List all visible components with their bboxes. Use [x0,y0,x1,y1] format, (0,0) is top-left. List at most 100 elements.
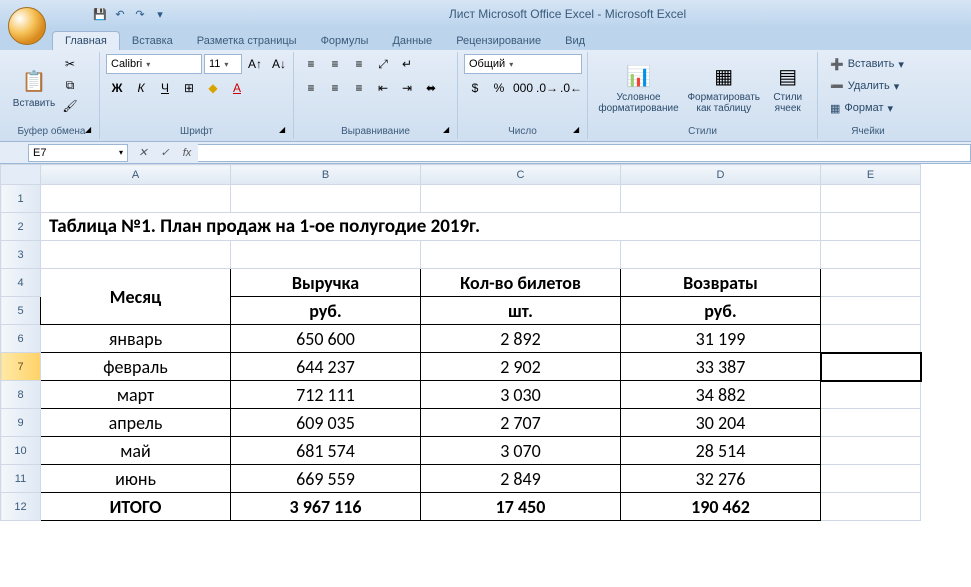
name-box[interactable]: E7▾ [28,144,128,162]
cell-E4[interactable] [821,269,921,297]
cell-E10[interactable] [821,437,921,465]
cancel-icon[interactable]: ✕ [132,144,154,162]
cell-A4[interactable]: Месяц [41,269,231,325]
cell-E12[interactable] [821,493,921,521]
cell-C5[interactable]: шт. [421,297,621,325]
select-all-corner[interactable] [1,165,41,185]
cell-D9[interactable]: 30 204 [621,409,821,437]
cell-B5[interactable]: руб. [231,297,421,325]
tab-data[interactable]: Данные [380,32,444,50]
merge-icon[interactable]: ⬌ [420,78,442,98]
wrap-text-icon[interactable]: ↵ [396,54,418,74]
cell-E1[interactable] [821,185,921,213]
col-header-A[interactable]: A [41,165,231,185]
cell-B11[interactable]: 669 559 [231,465,421,493]
cell-E2[interactable] [821,213,921,241]
cell-E9[interactable] [821,409,921,437]
number-launcher[interactable]: ◢ [573,125,585,137]
cell-E3[interactable] [821,241,921,269]
cell-C8[interactable]: 3 030 [421,381,621,409]
cell-C4[interactable]: Кол-во билетов [421,269,621,297]
cell-C10[interactable]: 3 070 [421,437,621,465]
cell-B3[interactable] [231,241,421,269]
row-header-12[interactable]: 12 [1,493,41,521]
cell-E5[interactable] [821,297,921,325]
tab-review[interactable]: Рецензирование [444,32,553,50]
increase-decimal-icon[interactable]: .0→ [536,78,558,98]
align-top-icon[interactable]: ≡ [300,54,322,74]
cell-D1[interactable] [621,185,821,213]
orientation-icon[interactable]: ⤢ [372,54,394,74]
tab-page-layout[interactable]: Разметка страницы [185,32,309,50]
row-header-3[interactable]: 3 [1,241,41,269]
format-cells-button[interactable]: ▦Формат▾ [824,98,899,118]
font-color-button[interactable]: A [226,78,248,98]
percent-icon[interactable]: % [488,78,510,98]
italic-button[interactable]: К [130,78,152,98]
cell-A11[interactable]: июнь [41,465,231,493]
cell-A1[interactable] [41,185,231,213]
decrease-decimal-icon[interactable]: .0← [560,78,582,98]
cell-E7[interactable] [821,353,921,381]
col-header-C[interactable]: C [421,165,621,185]
alignment-launcher[interactable]: ◢ [443,125,455,137]
cell-B7[interactable]: 644 237 [231,353,421,381]
cell-A10[interactable]: май [41,437,231,465]
cell-D6[interactable]: 31 199 [621,325,821,353]
fx-icon[interactable]: fx [176,144,198,162]
shrink-font-icon[interactable]: A↓ [268,54,290,74]
cell-A6[interactable]: январь [41,325,231,353]
cell-C3[interactable] [421,241,621,269]
row-header-10[interactable]: 10 [1,437,41,465]
cell-D7[interactable]: 33 387 [621,353,821,381]
currency-icon[interactable]: $ [464,78,486,98]
worksheet-grid[interactable]: ABCDE12Таблица №1. План продаж на 1-ое п… [0,164,971,587]
row-header-8[interactable]: 8 [1,381,41,409]
align-left-icon[interactable]: ≡ [300,78,322,98]
cell-A2[interactable]: Таблица №1. План продаж на 1-ое полугоди… [41,213,821,241]
fill-color-button[interactable]: ◆ [202,78,224,98]
delete-cells-button[interactable]: ➖Удалить▾ [824,76,905,96]
cell-D4[interactable]: Возвраты [621,269,821,297]
tab-home[interactable]: Главная [52,31,120,50]
cell-B12[interactable]: 3 967 116 [231,493,421,521]
col-header-E[interactable]: E [821,165,921,185]
align-right-icon[interactable]: ≡ [348,78,370,98]
office-button[interactable] [8,7,46,45]
clipboard-launcher[interactable]: ◢ [85,125,97,137]
qat-custom-icon[interactable]: ▾ [152,6,168,22]
row-header-9[interactable]: 9 [1,409,41,437]
row-header-4[interactable]: 4 [1,269,41,297]
row-header-7[interactable]: 7 [1,353,41,381]
cell-E6[interactable] [821,325,921,353]
cell-B6[interactable]: 650 600 [231,325,421,353]
cell-D5[interactable]: руб. [621,297,821,325]
grow-font-icon[interactable]: A↑ [244,54,266,74]
row-header-6[interactable]: 6 [1,325,41,353]
cell-A12[interactable]: ИТОГО [41,493,231,521]
redo-icon[interactable]: ↷ [132,6,148,22]
cell-B4[interactable]: Выручка [231,269,421,297]
col-header-D[interactable]: D [621,165,821,185]
cell-A9[interactable]: апрель [41,409,231,437]
underline-button[interactable]: Ч [154,78,176,98]
cell-C12[interactable]: 17 450 [421,493,621,521]
cell-D12[interactable]: 190 462 [621,493,821,521]
insert-cells-button[interactable]: ➕Вставить▾ [824,54,910,74]
format-painter-icon[interactable]: 🖌 [60,96,80,116]
save-icon[interactable]: 💾 [92,6,108,22]
cell-E11[interactable] [821,465,921,493]
cell-C1[interactable] [421,185,621,213]
row-header-2[interactable]: 2 [1,213,41,241]
cut-icon[interactable]: ✂ [60,54,80,74]
cell-E8[interactable] [821,381,921,409]
decrease-indent-icon[interactable]: ⇤ [372,78,394,98]
align-bottom-icon[interactable]: ≡ [348,54,370,74]
undo-icon[interactable]: ↶ [112,6,128,22]
font-name-combo[interactable]: Calibri▾ [106,54,202,74]
formula-input[interactable] [198,144,971,162]
cell-A8[interactable]: март [41,381,231,409]
row-header-11[interactable]: 11 [1,465,41,493]
tab-insert[interactable]: Вставка [120,32,185,50]
enter-icon[interactable]: ✓ [154,144,176,162]
